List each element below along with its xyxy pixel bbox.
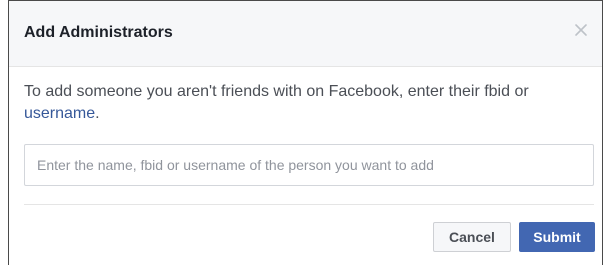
add-administrators-dialog: Add Administrators To add someone you ar… [8, 0, 603, 265]
person-search-input[interactable] [24, 144, 594, 186]
close-icon[interactable] [574, 23, 588, 37]
dialog-description: To add someone you aren't friends with o… [24, 81, 584, 125]
description-period: . [95, 105, 100, 122]
dialog-header: Add Administrators [9, 1, 602, 67]
footer-divider [24, 204, 594, 205]
dialog-title: Add Administrators [24, 24, 173, 41]
description-text: To add someone you aren't friends with o… [24, 83, 529, 100]
submit-button[interactable]: Submit [519, 222, 595, 252]
cancel-button[interactable]: Cancel [433, 222, 511, 252]
username-link[interactable]: username [24, 105, 95, 122]
